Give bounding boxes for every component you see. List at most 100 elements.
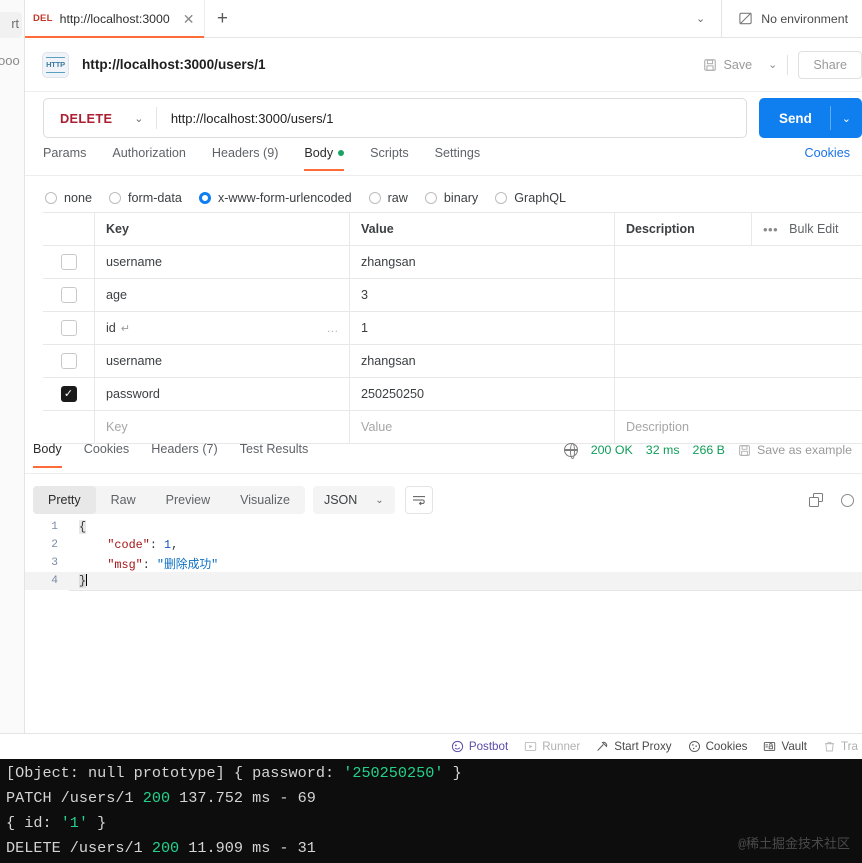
row-checkbox-cell[interactable]: ✓ [43, 378, 95, 410]
row-checkbox-checked[interactable]: ✓ [60, 386, 77, 402]
view-preview[interactable]: Preview [151, 486, 225, 514]
row-checkbox[interactable] [60, 254, 77, 270]
row-key[interactable]: username [95, 246, 350, 278]
tab-settings[interactable]: Settings [435, 146, 481, 171]
radio-dot-icon [424, 192, 437, 204]
url-input[interactable] [156, 110, 747, 126]
status-vault-button[interactable]: Vault [763, 740, 807, 753]
radio-graphql[interactable]: GraphQL [495, 191, 566, 205]
row-value[interactable]: 1 [350, 312, 615, 344]
row-value[interactable]: 3 [350, 279, 615, 311]
row-key[interactable]: id ↵ … [95, 312, 350, 344]
row-key[interactable]: username [95, 345, 350, 377]
copy-icon[interactable] [809, 493, 823, 507]
radio-form-data[interactable]: form-data [109, 191, 182, 205]
text-caret [86, 574, 88, 586]
save-icon [704, 58, 717, 71]
table-row[interactable]: id ↵ … 1 [43, 312, 862, 345]
row-checkbox[interactable] [60, 320, 77, 336]
table-row-empty[interactable]: Key Value Description [43, 411, 862, 444]
save-button[interactable]: Save [693, 58, 762, 72]
row-checkbox-cell[interactable] [43, 312, 95, 344]
table-row[interactable]: username zhangsan [43, 246, 862, 279]
row-key[interactable]: password [95, 378, 350, 410]
response-body-viewer[interactable]: 1 { 2 "code": 1, 3 "msg": "删除成功" 4 } [25, 518, 862, 718]
row-value[interactable]: zhangsan [350, 345, 615, 377]
row-checkbox-cell[interactable] [43, 345, 95, 377]
row-checkbox[interactable] [60, 287, 77, 303]
row-checkbox-cell[interactable] [43, 279, 95, 311]
radio-x-www-form-urlencoded-label: x-www-form-urlencoded [217, 191, 352, 205]
request-tab-delete[interactable]: DEL http://localhost:3000 ✕ [25, 0, 206, 38]
status-postbot-button[interactable]: Postbot [451, 740, 508, 753]
radio-binary[interactable]: binary [424, 191, 478, 205]
row-checkbox[interactable] [60, 353, 77, 369]
method-selector[interactable]: DELETE ⌄ [44, 99, 156, 137]
response-format-selector[interactable]: JSON ⌄ [312, 486, 395, 514]
response-tab-body[interactable]: Body [33, 442, 62, 468]
terminal-output[interactable]: [Object: null prototype] { password: '25… [0, 759, 862, 863]
more-options-icon[interactable]: ••• [763, 222, 778, 237]
save-as-example-button[interactable]: Save as example [738, 443, 852, 457]
chevron-down-icon[interactable]: ⌄ [680, 0, 723, 37]
request-tab-method: DEL [33, 13, 53, 24]
radio-x-www-form-urlencoded[interactable]: x-www-form-urlencoded [198, 191, 352, 205]
bulk-edit-button[interactable]: Bulk Edit [789, 222, 838, 236]
code-line-text: { [79, 520, 87, 534]
environment-label: No environment [761, 11, 848, 26]
sidebar-more-icon[interactable]: ooo [0, 53, 20, 68]
row-description[interactable] [615, 312, 862, 344]
new-row-key-input[interactable]: Key [95, 411, 350, 443]
code-line-text: "msg": "删除成功" [107, 557, 219, 572]
save-options-chevron-down-icon[interactable]: ⌄ [762, 58, 787, 71]
row-description[interactable] [615, 246, 862, 278]
newline-icon: ↵ [120, 322, 131, 335]
send-button[interactable]: Send ⌄ [759, 98, 862, 138]
response-view-segmented: Pretty Raw Preview Visualize [33, 486, 305, 514]
response-tab-test-results[interactable]: Test Results [240, 442, 309, 468]
tab-params[interactable]: Params [43, 146, 86, 171]
view-pretty[interactable]: Pretty [33, 486, 96, 514]
status-start-proxy-button[interactable]: Start Proxy [596, 740, 672, 753]
status-trash-button[interactable]: Tra [823, 740, 858, 753]
row-description[interactable] [615, 279, 862, 311]
response-toolbar: Pretty Raw Preview Visualize JSON ⌄ [25, 480, 862, 520]
view-raw[interactable]: Raw [96, 486, 151, 514]
row-value[interactable]: 250250250 [350, 378, 615, 410]
tab-scripts[interactable]: Scripts [370, 146, 409, 171]
row-checkbox-cell[interactable] [43, 246, 95, 278]
tab-body[interactable]: Body [304, 146, 345, 171]
status-runner-button[interactable]: Runner [524, 740, 580, 753]
response-tab-headers[interactable]: Headers (7) [151, 442, 218, 468]
globe-icon [563, 442, 578, 459]
radio-raw[interactable]: raw [368, 191, 408, 205]
response-tab-cookies[interactable]: Cookies [84, 442, 130, 468]
table-row[interactable]: ✓ password 250250250 [43, 378, 862, 411]
row-description[interactable] [615, 345, 862, 377]
status-cookies-button[interactable]: Cookies [688, 740, 747, 753]
http-badge-label: HTTP [46, 60, 65, 69]
radio-none[interactable]: none [45, 191, 92, 205]
tab-authorization-label: Authorization [112, 146, 186, 160]
close-icon[interactable]: ✕ [183, 12, 195, 26]
status-runner-label: Runner [542, 740, 581, 753]
row-description[interactable] [615, 378, 862, 410]
wrap-lines-icon[interactable] [404, 486, 433, 514]
environment-selector[interactable]: No environment [722, 0, 862, 37]
row-key-text: id [106, 321, 116, 335]
row-key[interactable]: age [95, 279, 350, 311]
share-button[interactable]: Share [798, 50, 862, 79]
new-row-description-input[interactable]: Description [615, 411, 862, 443]
row-value[interactable]: zhangsan [350, 246, 615, 278]
status-badge: 200 OK [590, 443, 633, 457]
table-row[interactable]: username zhangsan [43, 345, 862, 378]
tab-headers[interactable]: Headers (9) [212, 146, 279, 171]
new-tab-button[interactable]: + [205, 0, 239, 37]
search-icon[interactable] [841, 493, 854, 507]
new-row-value-input[interactable]: Value [350, 411, 615, 443]
table-row[interactable]: age 3 [43, 279, 862, 312]
sidebar-import-button[interactable]: rt [0, 12, 22, 38]
cookies-link[interactable]: Cookies [805, 146, 851, 160]
tab-authorization[interactable]: Authorization [112, 146, 186, 171]
view-visualize[interactable]: Visualize [225, 486, 305, 514]
